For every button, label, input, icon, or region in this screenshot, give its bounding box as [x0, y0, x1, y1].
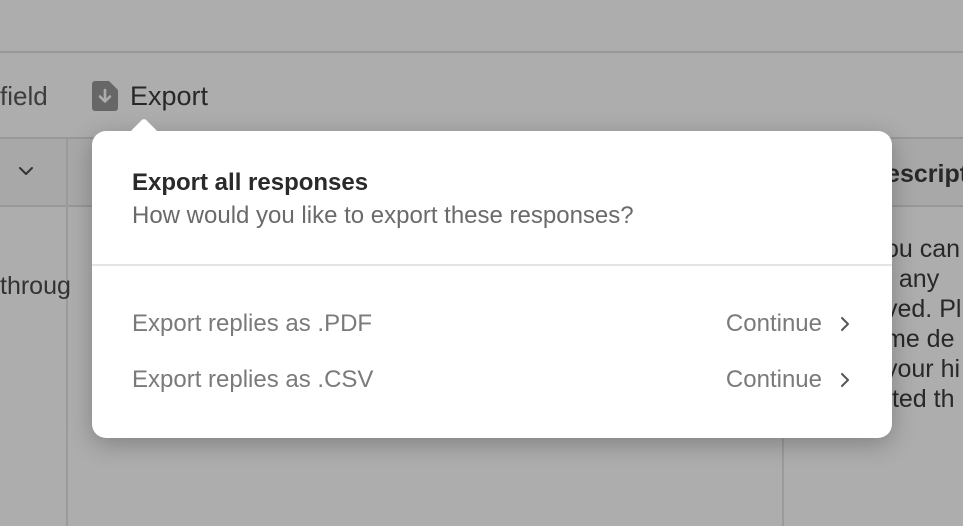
chevron-right-icon: [841, 373, 849, 387]
export-popover: Export all responses How would you like …: [92, 117, 892, 438]
export-pdf-option[interactable]: Export replies as .PDF Continue: [132, 302, 852, 346]
export-pdf-continue-button[interactable]: Continue: [726, 310, 852, 338]
popover-header: Export all responses How would you like …: [132, 169, 852, 231]
continue-label: Continue: [725, 310, 822, 337]
popover-title: Export all responses: [132, 169, 369, 196]
divider: [92, 264, 892, 266]
chevron-right-icon: [841, 317, 849, 331]
continue-label: Continue: [725, 366, 822, 393]
export-csv-label: Export replies as .CSV: [132, 366, 374, 393]
export-pdf-label: Export replies as .PDF: [132, 310, 373, 337]
export-csv-option[interactable]: Export replies as .CSV Continue: [132, 358, 852, 402]
export-csv-continue-button[interactable]: Continue: [726, 366, 852, 394]
popover-subtitle: How would you like to export these respo…: [132, 202, 634, 229]
